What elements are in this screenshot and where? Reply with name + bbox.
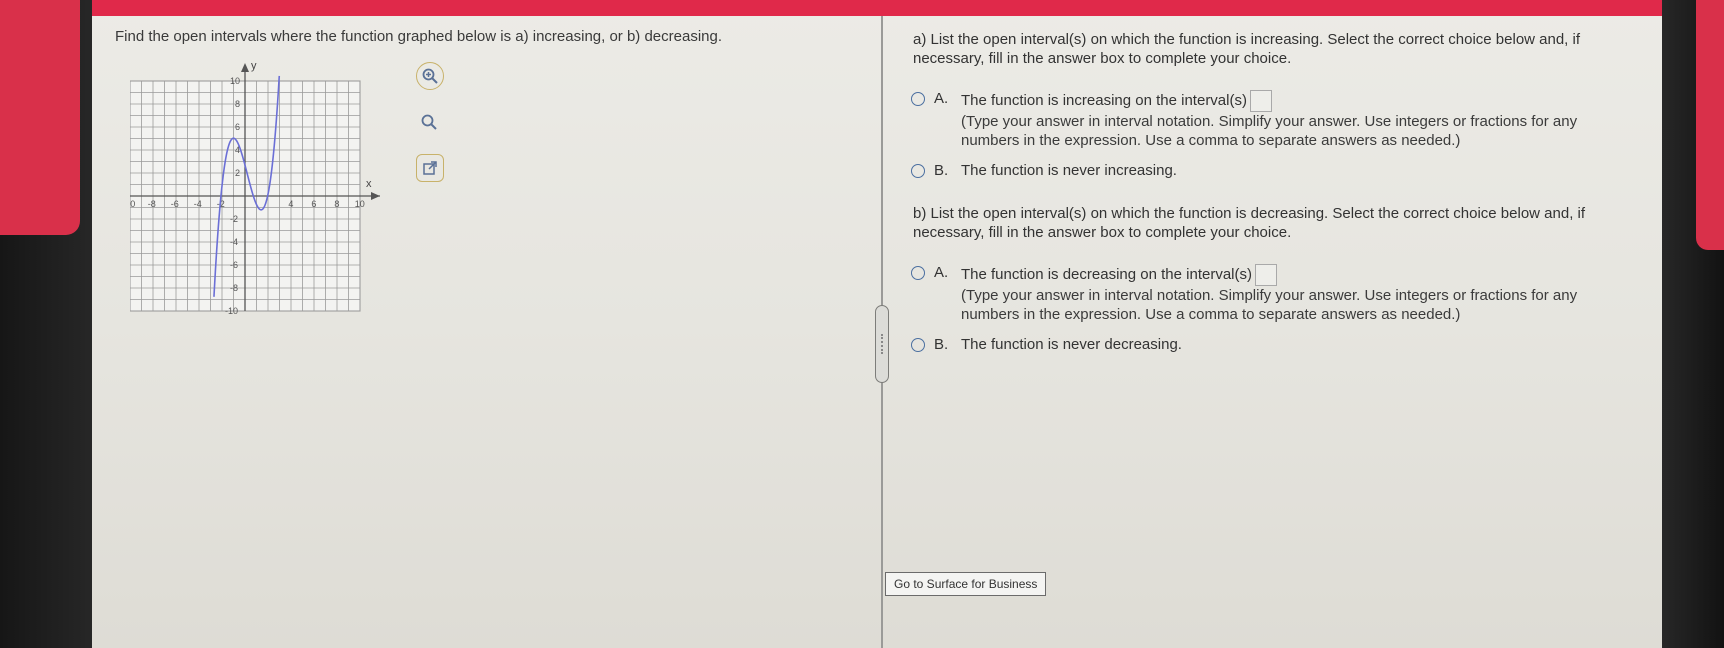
- y-tick-label: 10: [230, 76, 240, 86]
- y-tick-label: -8: [230, 283, 238, 293]
- x-tick-label: 6: [311, 199, 316, 209]
- y-axis-arrow: [241, 63, 249, 72]
- option-text: The function is increasing on the interv…: [961, 90, 1272, 112]
- question-text: Find the open intervals where the functi…: [115, 28, 723, 45]
- part-a-hint: (Type your answer in interval notation. …: [961, 113, 1578, 149]
- option-letter: B.: [934, 336, 949, 353]
- y-tick-label: 8: [235, 99, 240, 109]
- y-tick-label: -6: [230, 260, 238, 270]
- x-tick-label: -6: [171, 199, 179, 209]
- x-tick-label: -4: [194, 199, 202, 209]
- external-link-icon: [423, 161, 437, 175]
- part-a-option-a-radio[interactable]: [911, 92, 925, 106]
- option-letter: B.: [934, 162, 949, 179]
- x-tick-label: 8: [334, 199, 339, 209]
- part-a-prompt: a) List the open interval(s) on which th…: [913, 31, 1581, 67]
- surface-for-business-button[interactable]: Go to Surface for Business: [885, 572, 1047, 596]
- function-graph: y x -10-8-6-4-246810 108642-2-4-6-8-10: [122, 51, 460, 351]
- part-a-option-a-label: The function is increasing on the interv…: [961, 91, 1247, 109]
- part-a-answer-box[interactable]: [1249, 90, 1272, 112]
- part-b-prompt: b) List the open interval(s) on which th…: [913, 205, 1586, 241]
- background-red-right: [1696, 0, 1724, 250]
- y-tick-label: -2: [230, 214, 238, 224]
- option-text: The function is decreasing on the interv…: [961, 264, 1277, 286]
- graph-svg: y x -10-8-6-4-246810 108642-2-4-6-8-10: [122, 60, 380, 316]
- x-tick-label: -10: [130, 199, 135, 209]
- zoom-in-icon: [422, 68, 438, 84]
- y-tick-label: -4: [230, 237, 238, 247]
- option-letter: A.: [934, 264, 949, 281]
- open-graph-button[interactable]: [416, 154, 444, 182]
- y-axis-label: y: [251, 60, 257, 72]
- part-a-option-b-radio[interactable]: [911, 164, 925, 178]
- question-pane: Find the open intervals where the functi…: [92, 16, 881, 648]
- answer-pane: a) List the open interval(s) on which th…: [883, 16, 1662, 648]
- top-accent-bar: [92, 0, 1662, 16]
- part-b-option-b-label: The function is never decreasing.: [961, 336, 1182, 353]
- part-b-option-a-radio[interactable]: [911, 266, 925, 280]
- y-tick-label: 2: [235, 168, 240, 178]
- y-tick-label: 6: [235, 122, 240, 132]
- zoom-out-icon: [421, 114, 437, 130]
- x-tick-label: -8: [148, 199, 156, 209]
- x-tick-label: 10: [355, 199, 365, 209]
- x-tick-label: 4: [288, 199, 293, 209]
- zoom-out-button[interactable]: [416, 109, 442, 135]
- part-a-option-b-label: The function is never increasing.: [961, 162, 1177, 179]
- part-b-answer-box[interactable]: [1254, 264, 1277, 286]
- part-b-option-a-label: The function is decreasing on the interv…: [961, 265, 1252, 283]
- part-b-option-b-radio[interactable]: [911, 338, 925, 352]
- part-b-hint: (Type your answer in interval notation. …: [961, 287, 1578, 323]
- x-axis-arrow: [371, 192, 380, 200]
- background-red-left: [0, 0, 80, 235]
- x-axis-label: x: [366, 178, 372, 190]
- screen: Find the open intervals where the functi…: [92, 0, 1662, 648]
- y-tick-label: -10: [225, 306, 238, 316]
- zoom-in-button[interactable]: [416, 62, 444, 90]
- option-letter: A.: [934, 90, 949, 107]
